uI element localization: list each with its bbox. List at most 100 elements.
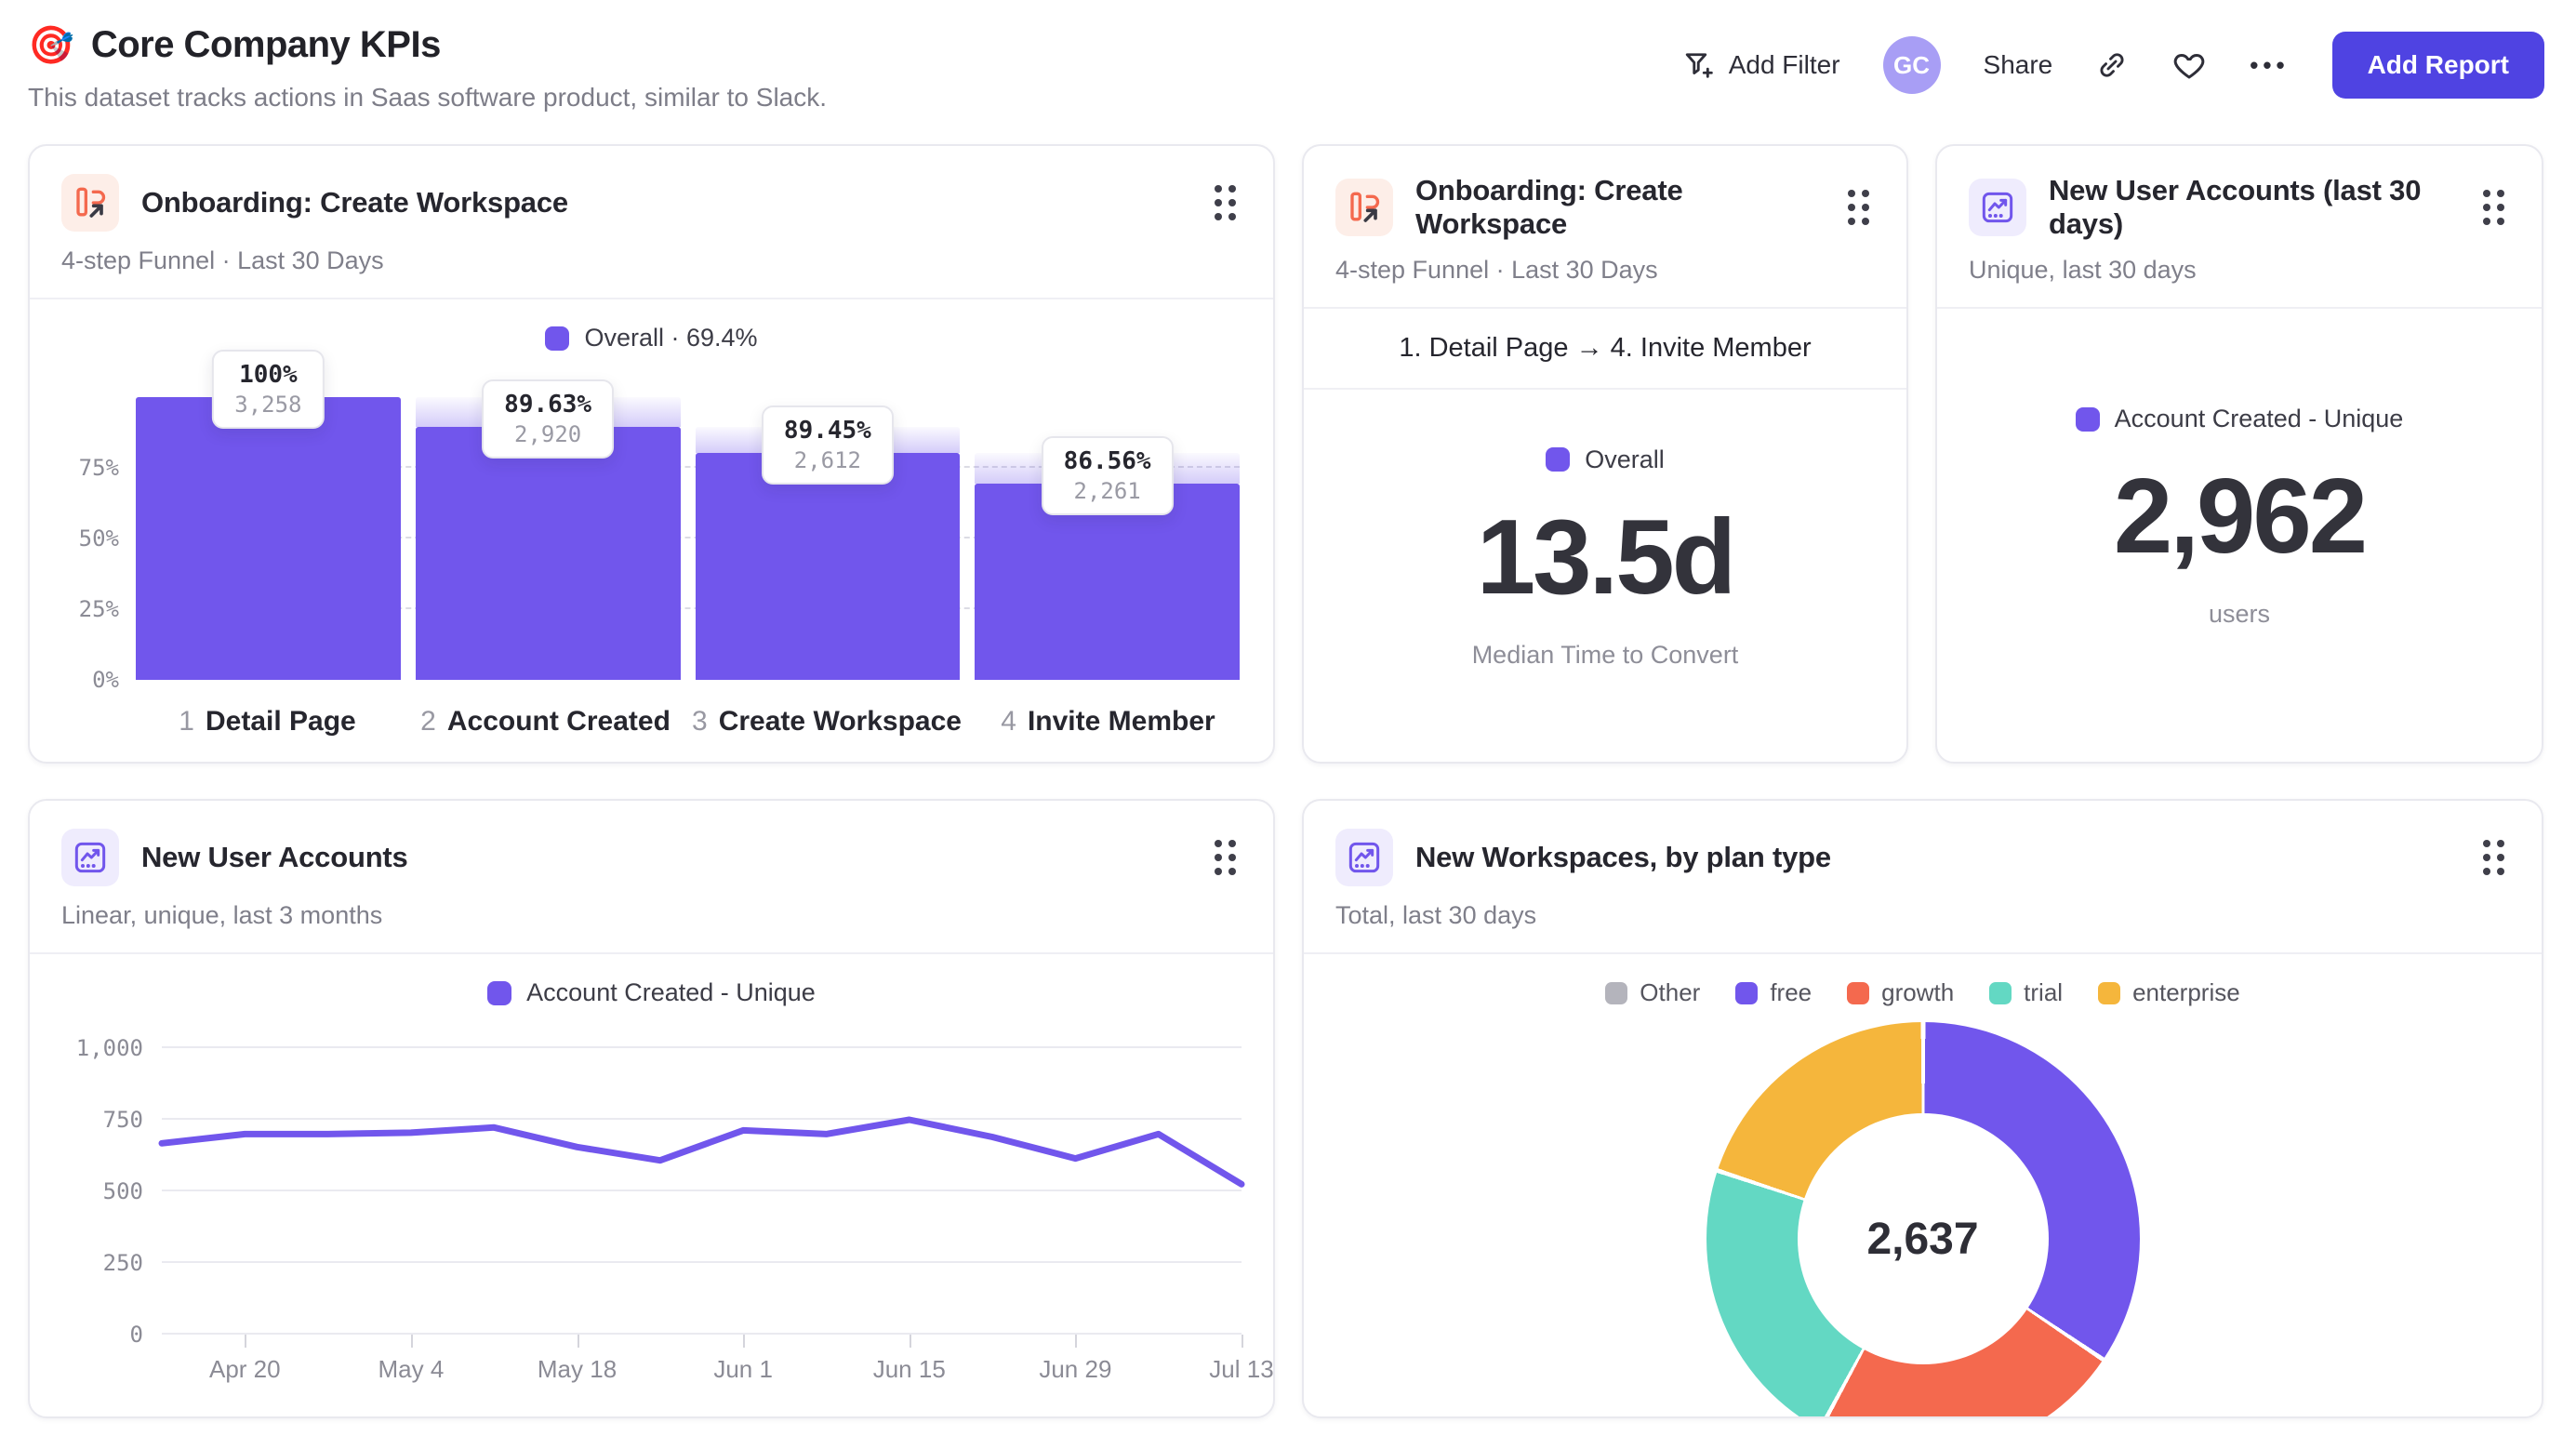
line-x-tick [909,1335,911,1348]
line-series-svg [158,1116,1245,1188]
more-menu-button[interactable]: ••• [2250,51,2289,80]
funnel-step-name: Create Workspace [718,706,962,737]
card-time-to-convert: Onboarding: Create Workspace 4-step Funn… [1302,144,1908,764]
legend-label: Overall · 69.4% [584,324,758,352]
funnel-column[interactable]: 89.63% 2,920 [415,379,681,680]
card-new-user-accounts-trend: New User Accounts Linear, unique, last 3… [28,799,1275,1418]
legend-label: Account Created - Unique [2114,405,2404,432]
funnel-tooltip-pct: 86.56% [1063,447,1151,476]
drag-handle-icon[interactable] [1842,184,1875,231]
add-filter-label: Add Filter [1728,50,1840,79]
line-x-tick [743,1335,746,1348]
funnel-step-name: Detail Page [205,706,356,737]
copy-link-button[interactable] [2095,48,2129,82]
funnel-step-label: 4 Invite Member [976,706,1240,738]
avatar[interactable]: GC [1882,36,1941,94]
page-header: 🎯 Core Company KPIs This dataset tracks … [0,0,2576,113]
card-title: New User Accounts [141,841,408,873]
add-report-button[interactable]: Add Report [2331,32,2544,99]
legend-swatch [1989,981,2012,1004]
funnel-bar[interactable] [695,453,961,680]
drag-handle-icon[interactable] [1209,179,1242,226]
donut-legend-item[interactable]: growth [1847,978,1954,1007]
funnel-step-label: 1 Detail Page [136,706,399,738]
page-subtitle: This dataset tracks actions in Saas soft… [28,83,828,112]
line-x-tick [577,1335,579,1348]
chart-legend[interactable]: Overall · 69.4% [58,324,1245,352]
funnel-plot[interactable]: 0% 25% 50% 75% 100% 3,258 89.63% 2,920 89.45% 2,6… [79,350,1240,693]
share-button[interactable]: Share [1984,50,2053,80]
board-emoji-icon: 🎯 [28,24,74,66]
funnel-column[interactable]: 100% 3,258 [136,350,401,680]
funnel-report-icon [1335,179,1393,236]
insights-report-icon [61,829,119,886]
chart-legend[interactable]: Account Created - Unique [61,978,1242,1007]
drag-handle-icon[interactable] [2477,834,2510,881]
legend-swatch [1605,981,1628,1004]
legend-label: Other [1640,978,1701,1006]
funnel-column[interactable]: 89.45% 2,612 [695,397,961,680]
legend-swatch [2098,981,2121,1004]
card-header: New User Accounts (last 30 days) Unique,… [1937,146,2542,309]
funnel-range-label: 1. Detail Page → 4. Invite Member [1304,309,1906,390]
line-x-tick [410,1335,413,1348]
donut-wrap: 2,637 [1706,1022,2140,1416]
legend-label: growth [1881,978,1955,1006]
card-subtitle: 4-step Funnel · Last 30 Days [1335,256,1658,284]
donut-legend-item[interactable]: free [1735,978,1812,1007]
line-plot[interactable]: 0 250 500 750 1,000 [76,1035,1245,1348]
funnel-tooltip-value: 2,920 [513,420,582,447]
funnel-column[interactable]: 86.56% 2,261 [975,397,1240,680]
line-chart: Account Created - Unique 0 250 500 750 1,000… [30,954,1273,1416]
line-x-axis-label: Jun 1 [713,1355,773,1383]
insights-report-icon [1335,829,1393,886]
funnel-tooltip-value: 2,261 [1073,478,1141,505]
line-x-axis-label: May 18 [537,1355,617,1383]
donut-legend-item[interactable]: Other [1605,978,1700,1007]
line-y-axis-label: 0 [129,1322,143,1348]
legend-swatch [1847,981,1870,1004]
donut-legend-item[interactable]: trial [1989,978,2063,1007]
funnel-step-labels: 1 Detail Page 2 Account Created 3 Create Work… [136,706,1240,738]
card-workspaces-by-plan: New Workspaces, by plan type Total, last… [1302,799,2543,1418]
card-onboarding-funnel: Onboarding: Create Workspace 4-step Funn… [28,144,1275,764]
line-y-axis-label: 500 [102,1178,143,1204]
favorite-button[interactable] [2171,47,2207,83]
funnel-step-number: 2 [420,706,436,737]
donut-center-value: 2,637 [1866,1214,1979,1264]
metric-label: Median Time to Convert [1471,640,1739,669]
funnel-tooltip-value: 2,612 [793,447,861,474]
add-filter-button[interactable]: Add Filter [1682,48,1840,82]
line-series-path[interactable] [158,1116,1245,1188]
line-y-axis-label: 750 [102,1107,143,1133]
card-title: Onboarding: Create Workspace [1415,174,1683,240]
chart-legend[interactable]: Overall [1546,445,1665,474]
donut-legend: Other free growth trial enterprise [1605,978,2240,1007]
funnel-step-number: 4 [1001,706,1016,737]
line-x-axis-label: Jul 13 [1209,1355,1274,1383]
line-x-axis-label: Jun 15 [872,1355,946,1383]
line-x-axis-label: Jun 29 [1039,1355,1112,1383]
card-header: New Workspaces, by plan type Total, last… [1304,801,2542,954]
drag-handle-icon[interactable] [2477,184,2510,231]
funnel-step-name: Invite Member [1027,706,1215,737]
line-x-tick [1075,1335,1078,1348]
card-title: Onboarding: Create Workspace [141,186,568,219]
funnel-bar[interactable] [415,426,681,680]
line-y-axis-label: 250 [102,1250,143,1276]
legend-label: Overall [1585,445,1665,473]
drag-handle-icon[interactable] [1209,834,1242,881]
funnel-tooltip: 100% 3,258 [212,350,325,429]
metric-value: 2,962 [2113,458,2368,576]
filter-plus-icon [1682,48,1716,82]
funnel-step-number: 1 [179,706,194,737]
funnel-step-label: 3 Create Workspace [692,706,962,738]
funnel-report-icon [61,174,119,232]
chart-legend[interactable]: Account Created - Unique [2075,405,2404,433]
donut-legend-item[interactable]: enterprise [2098,978,2240,1007]
card-subtitle: Linear, unique, last 3 months [61,901,383,929]
card-header: New User Accounts Linear, unique, last 3… [30,801,1273,954]
line-y-axis-label: 1,000 [75,1035,143,1061]
legend-label: trial [2024,978,2064,1006]
funnel-bar[interactable] [136,397,401,680]
